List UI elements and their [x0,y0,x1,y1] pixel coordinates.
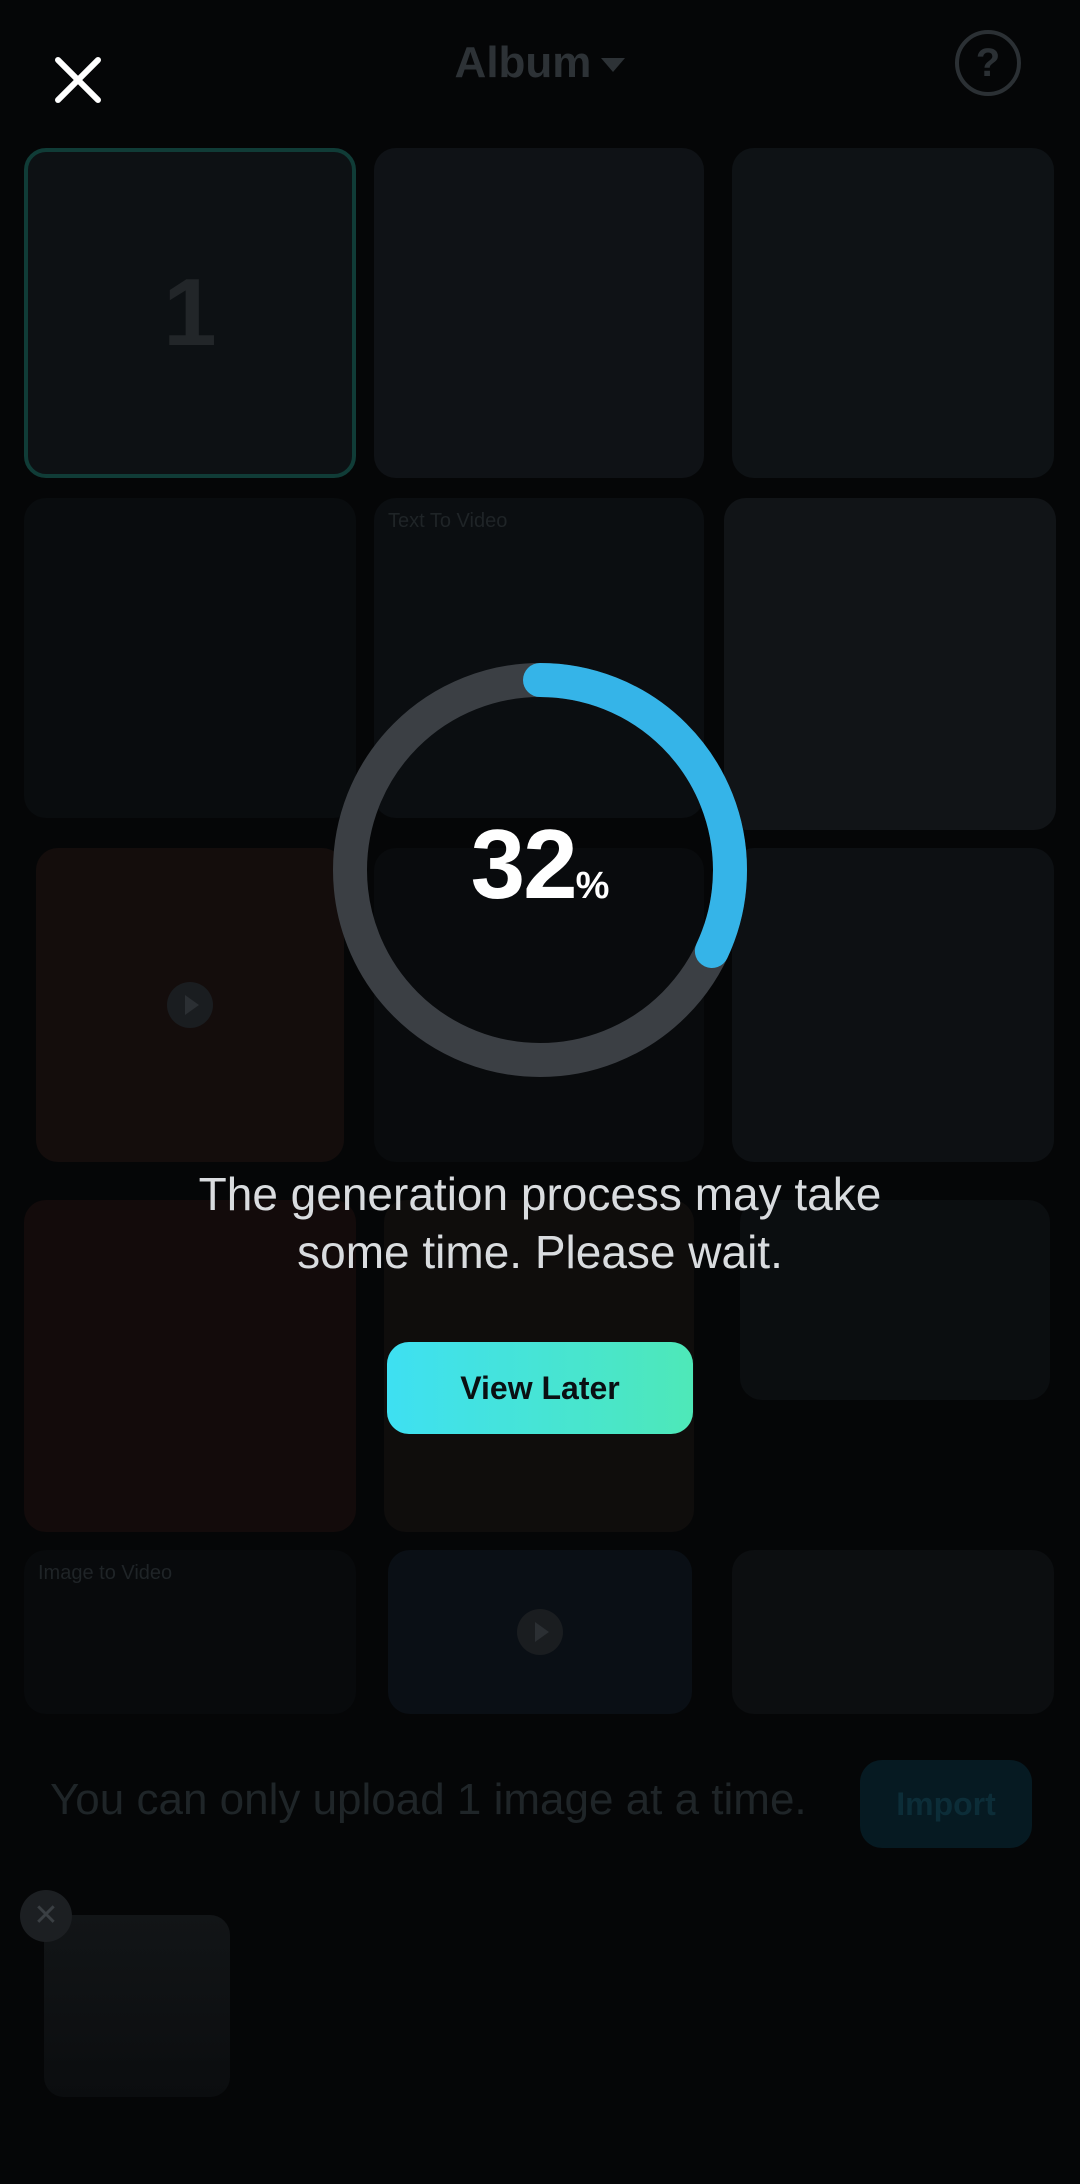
remove-icon[interactable]: ✕ [20,1890,72,1942]
tile-label: Image to Video [38,1562,173,1584]
help-icon[interactable]: ? [955,30,1021,96]
screen: Album ? 1 Text To Video Image to Video Y… [0,0,1080,2184]
chevron-down-icon [601,58,626,73]
progress-value: 32 [470,809,578,919]
album-title: Album [454,38,592,87]
progress-ring: 32% [330,660,750,1080]
album-tile[interactable] [732,148,1054,478]
view-later-button[interactable]: View Later [387,1342,693,1434]
wait-message-line-2: some time. Please wait. [297,1226,783,1278]
close-icon[interactable] [52,54,104,106]
tile-label: Text To Video [388,510,508,532]
selection-count: 1 [163,259,217,366]
play-icon [517,1609,563,1655]
album-tile[interactable] [24,498,356,818]
upload-hint: You can only upload 1 image at a time. [50,1775,807,1824]
wait-message-line-1: The generation process may take [198,1168,882,1220]
album-tile[interactable] [388,1550,692,1714]
progress-unit: % [575,865,610,907]
album-tile-selected[interactable]: 1 [24,148,356,478]
selected-image-thumbnail [44,1915,230,2097]
album-header: Album ? [0,0,1080,140]
album-title-dropdown[interactable]: Album [0,38,1080,88]
album-tile[interactable] [374,148,704,478]
wait-message: The generation process may take some tim… [110,1165,970,1281]
album-tile[interactable] [732,1550,1054,1714]
album-tile[interactable]: Image to Video [24,1550,356,1714]
progress-readout: 32% [330,808,750,921]
album-tile[interactable] [36,848,344,1162]
play-icon [167,982,213,1028]
album-tile[interactable] [732,848,1054,1162]
album-tile[interactable] [724,498,1056,830]
import-button[interactable]: Import [860,1760,1032,1848]
